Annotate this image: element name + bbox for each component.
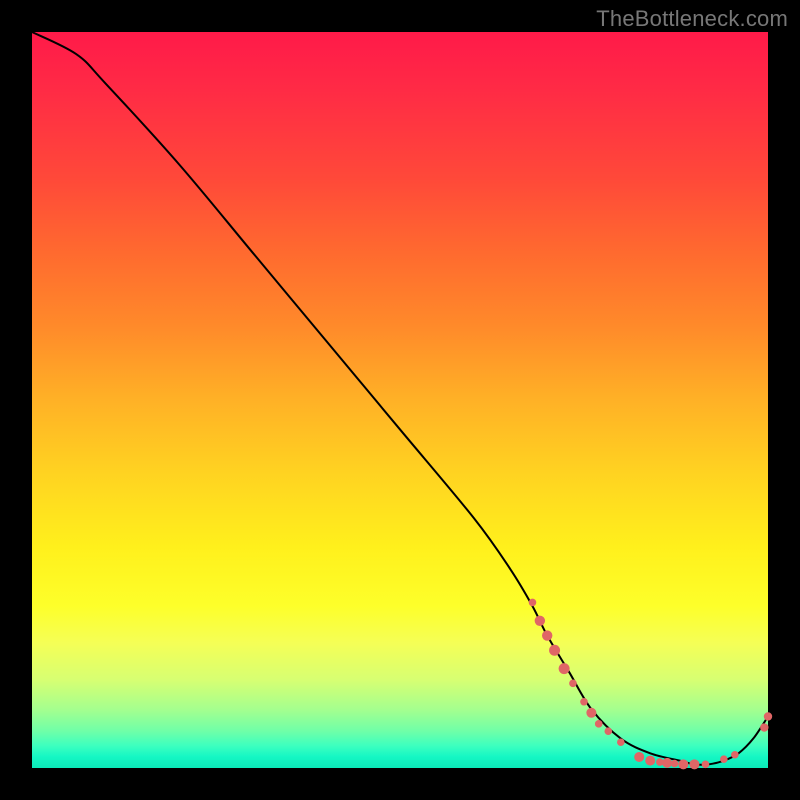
data-marker xyxy=(689,759,699,769)
data-marker xyxy=(586,708,596,718)
data-marker xyxy=(702,761,710,769)
data-marker xyxy=(549,645,560,656)
data-marker xyxy=(731,751,739,759)
data-marker xyxy=(595,720,603,728)
data-markers xyxy=(529,599,773,770)
data-marker xyxy=(671,760,679,768)
data-marker xyxy=(720,755,728,763)
watermark-text: TheBottleneck.com xyxy=(596,6,788,32)
data-marker xyxy=(559,663,570,674)
data-marker xyxy=(678,759,688,769)
chart-container: TheBottleneck.com xyxy=(0,0,800,800)
data-marker xyxy=(535,616,545,626)
data-marker xyxy=(617,738,625,746)
data-marker xyxy=(529,599,537,607)
curve-svg xyxy=(32,32,768,768)
bottleneck-curve xyxy=(32,32,768,765)
data-marker xyxy=(760,723,768,731)
data-marker xyxy=(662,758,672,768)
data-marker xyxy=(634,752,644,762)
data-marker xyxy=(569,680,577,688)
data-marker xyxy=(645,756,655,766)
data-marker xyxy=(764,712,772,720)
data-marker xyxy=(604,727,612,735)
data-marker xyxy=(580,698,588,706)
data-marker xyxy=(542,630,552,640)
plot-area xyxy=(32,32,768,768)
